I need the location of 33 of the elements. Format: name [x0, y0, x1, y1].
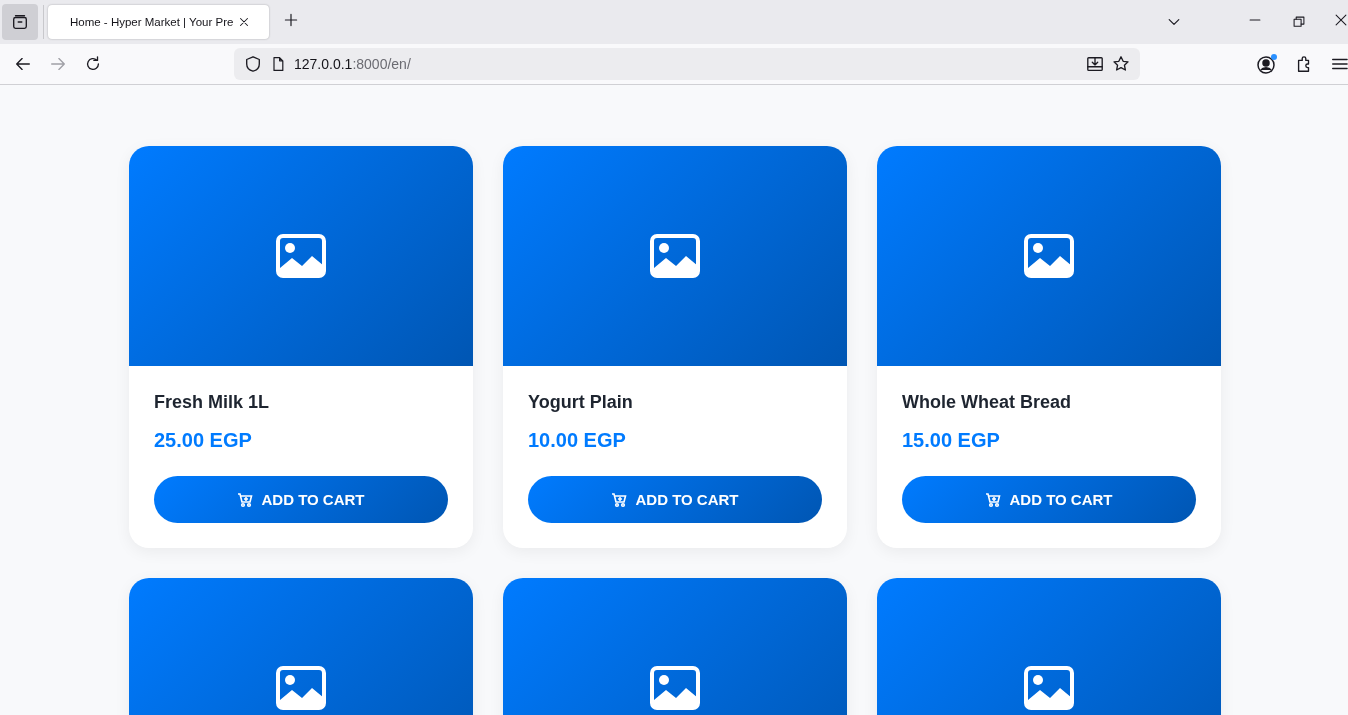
add-to-cart-button[interactable]: ADD TO CART — [154, 476, 448, 523]
image-icon — [650, 666, 700, 710]
new-tab-icon[interactable] — [283, 12, 299, 28]
close-icon[interactable] — [1334, 13, 1348, 27]
image-icon — [276, 234, 326, 278]
address-bar[interactable]: 127.0.0.1:8000/en/ — [234, 48, 1140, 80]
browser-tab[interactable]: Home - Hyper Market | Your Pre — [48, 5, 269, 39]
back-icon[interactable] — [14, 55, 32, 73]
add-to-cart-button[interactable]: ADD TO CART — [528, 476, 822, 523]
star-icon[interactable] — [1112, 55, 1130, 73]
product-price: 15.00 EGP — [902, 429, 1001, 452]
reload-icon[interactable] — [84, 55, 102, 73]
page-icon — [270, 56, 286, 72]
account-icon[interactable] — [1256, 53, 1278, 75]
add-to-cart-button[interactable]: ADD TO CART — [902, 476, 1196, 523]
product-price: 25.00 EGP — [154, 429, 253, 452]
image-icon — [1024, 234, 1074, 278]
restore-icon[interactable] — [1292, 15, 1306, 29]
product-name: Fresh Milk 1L — [154, 392, 271, 413]
download-icon[interactable] — [1086, 55, 1104, 73]
cart-icon — [985, 491, 1002, 508]
image-icon — [650, 234, 700, 278]
product-price: 10.00 EGP — [528, 429, 627, 452]
cart-icon — [237, 491, 254, 508]
image-icon — [1024, 666, 1074, 710]
product-name: Whole Wheat Bread — [902, 392, 1072, 413]
tab-list-button[interactable] — [2, 4, 38, 40]
url-text: 127.0.0.1:8000/en/ — [294, 56, 412, 72]
tab-title: Home - Hyper Market | Your Pre — [70, 16, 234, 28]
image-icon — [276, 666, 326, 710]
cart-icon — [611, 491, 628, 508]
product-name: Yogurt Plain — [528, 392, 634, 413]
shield-icon — [244, 55, 262, 73]
